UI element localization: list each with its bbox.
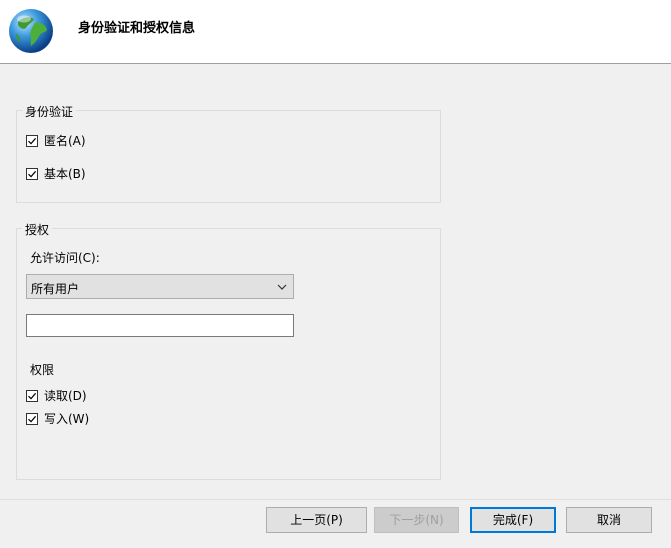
write-checkbox[interactable]: 写入(W)	[26, 410, 89, 427]
user-input[interactable]	[26, 314, 294, 337]
basic-checkbox[interactable]: 基本(B)	[26, 165, 86, 182]
chevron-down-icon	[277, 284, 287, 290]
checkmark-icon	[26, 134, 38, 147]
authorization-group-title: 授权	[22, 221, 53, 238]
cancel-button[interactable]: 取消	[566, 507, 652, 533]
anonymous-checkbox[interactable]: 匿名(A)	[26, 132, 86, 149]
finish-button[interactable]: 完成(F)	[470, 507, 556, 533]
read-label: 读取(D)	[44, 389, 87, 403]
wizard-header: 身份验证和授权信息	[0, 0, 671, 64]
authentication-group	[16, 110, 441, 203]
write-label: 写入(W)	[44, 412, 90, 426]
allow-access-selected: 所有用户	[31, 282, 80, 296]
allow-access-select[interactable]: 所有用户	[26, 274, 294, 299]
basic-label: 基本(B)	[44, 167, 86, 181]
checkmark-icon	[26, 412, 38, 425]
allow-access-label: 允许访问(C):	[30, 251, 100, 265]
authentication-group-title: 身份验证	[22, 103, 77, 120]
next-button[interactable]: 下一步(N)	[374, 507, 459, 533]
page-title: 身份验证和授权信息	[78, 21, 196, 36]
read-checkbox[interactable]: 读取(D)	[26, 387, 87, 404]
previous-button[interactable]: 上一页(P)	[266, 507, 367, 533]
anonymous-label: 匿名(A)	[44, 134, 86, 148]
checkmark-icon	[26, 167, 38, 180]
permissions-label: 权限	[30, 363, 55, 377]
checkmark-icon	[26, 389, 38, 402]
globe-icon	[9, 9, 53, 53]
